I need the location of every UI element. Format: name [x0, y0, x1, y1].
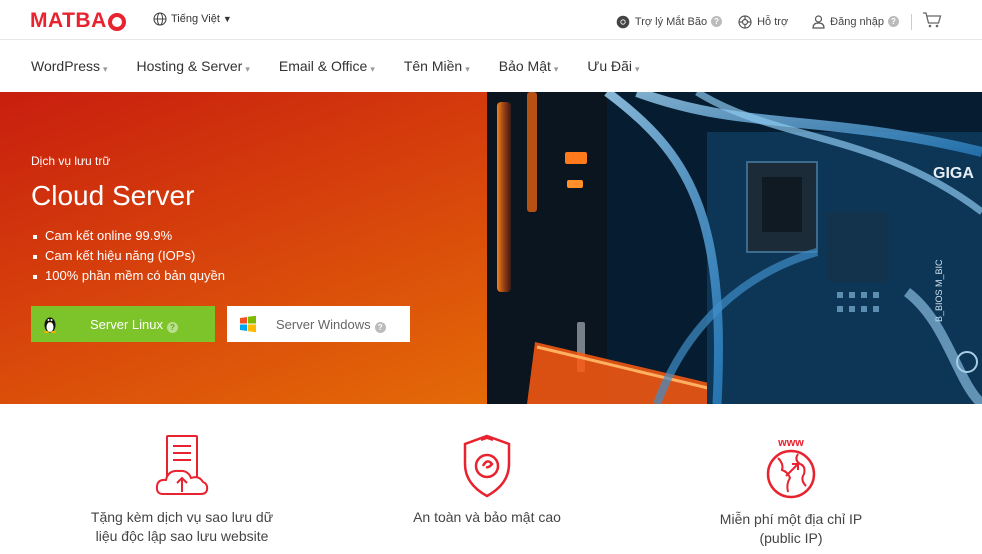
chrome-icon: [616, 15, 630, 28]
assistant-link[interactable]: Trợ lý Mắt Bão ?: [616, 15, 723, 29]
divider: [911, 13, 912, 30]
assistant-label: Trợ lý Mắt Bão: [634, 15, 708, 28]
nav-label: Ưu Đãi: [587, 58, 633, 74]
dropdown-icon: ▾: [370, 63, 375, 74]
features-section: Tặng kèm dịch vụ sao lưu dữ liệu độc lập…: [0, 404, 982, 554]
dropdown-icon: ▾: [553, 63, 559, 74]
nav-label: Tên Miền: [403, 58, 463, 74]
nav-label: Hosting & Server: [136, 58, 243, 74]
hero-banner: Dịch vụ lưu trữ Cloud Server Cam kết onl…: [0, 92, 982, 404]
security-shield-icon: [463, 434, 511, 498]
matbao-logo[interactable]: MATBA: [30, 9, 126, 33]
nav-item-promo[interactable]: Ưu Đãi ▾: [587, 58, 639, 74]
button-text: Server Windows: [276, 317, 371, 332]
login-link[interactable]: Đăng nhập ?: [812, 14, 899, 29]
nav-item-email[interactable]: Email & Office ▾: [279, 58, 375, 74]
language-label: Tiếng Việt: [171, 13, 220, 25]
board-label: GIGA: [933, 165, 974, 182]
logo-text: MATBA: [30, 9, 107, 32]
svg-text:www: www: [777, 437, 804, 449]
server-linux-button[interactable]: Server Linux?: [31, 306, 215, 342]
feature-label-line: (public IP): [759, 530, 823, 546]
nav-item-hosting[interactable]: Hosting & Server ▾: [137, 58, 250, 74]
dropdown-icon: ▾: [465, 63, 470, 74]
bullet-item: Cam kết online 99.9%: [31, 226, 225, 246]
linux-tux-icon: [44, 317, 56, 333]
feature-public-ip: www Miễn phí một địa chỉ IP (public IP): [671, 434, 911, 548]
backup-server-icon: [155, 435, 209, 495]
hero-server-image: GIGA B_BIOS M_BIC: [487, 92, 982, 404]
user-icon: [812, 14, 825, 29]
nav-label: Bảo Mật: [498, 58, 551, 74]
feature-label-line: liệu độc lập sao lưu website: [95, 528, 269, 544]
server-linux-label: Server Linux?: [90, 317, 178, 333]
nav-item-security[interactable]: Bảo Mật ▾: [499, 58, 559, 74]
hero-content: Dịch vụ lưu trữ Cloud Server Cam kết onl…: [0, 92, 488, 404]
feature-security: An toàn và bảo mật cao: [367, 434, 607, 527]
hero-title: Cloud Server: [31, 180, 195, 211]
bullet-item: Cam kết hiệu năng (IOPs): [31, 246, 225, 266]
language-selector[interactable]: Tiếng Việt ▼: [153, 12, 232, 26]
www-ip-icon: www: [766, 437, 816, 499]
nav-label: Email & Office: [278, 58, 368, 74]
bios-label: B_BIOS M_BIC: [934, 259, 944, 322]
dropdown-icon: ▾: [635, 63, 640, 74]
button-text: Server Linux: [90, 317, 163, 332]
support-icon: [738, 14, 752, 29]
server-windows-label: Server Windows?: [276, 317, 386, 333]
feature-label-line: Tặng kèm dịch vụ sao lưu dữ: [90, 509, 274, 525]
feature-label: An toàn và bảo mật cao: [367, 508, 607, 527]
top-right-links: Trợ lý Mắt Bão ? Hỗ trợ Đăng nhập ?: [600, 12, 942, 31]
cart-icon: [923, 12, 942, 28]
help-icon[interactable]: ?: [711, 16, 723, 27]
feature-label: Tặng kèm dịch vụ sao lưu dữ liệu độc lập…: [62, 508, 302, 546]
caret-down-icon: ▼: [222, 14, 232, 24]
help-icon[interactable]: ?: [888, 16, 899, 27]
server-windows-button[interactable]: Server Windows?: [227, 306, 410, 342]
dropdown-icon: ▾: [102, 63, 108, 74]
nav-item-domain[interactable]: Tên Miền ▾: [404, 58, 470, 74]
nav-item-wordpress[interactable]: WordPress ▾: [31, 58, 108, 74]
login-label: Đăng nhập: [830, 15, 884, 28]
feature-label: Miễn phí một địa chỉ IP (public IP): [671, 510, 911, 548]
feature-backup: Tặng kèm dịch vụ sao lưu dữ liệu độc lập…: [62, 434, 302, 546]
hero-bullet-list: Cam kết online 99.9% Cam kết hiệu năng (…: [31, 226, 225, 286]
windows-logo-icon: [240, 315, 256, 333]
nav-label: WordPress: [31, 58, 100, 74]
cart-button[interactable]: [922, 12, 942, 31]
dropdown-icon: ▾: [245, 63, 250, 74]
main-nav: WordPress ▾ Hosting & Server ▾ Email & Off…: [0, 40, 982, 92]
globe-icon: [153, 12, 167, 26]
support-link[interactable]: Hỗ trợ: [738, 14, 789, 29]
server-hardware-illustration: GIGA B_BIOS M_BIC: [487, 92, 982, 404]
feature-label-line: Miễn phí một địa chỉ IP: [719, 511, 863, 527]
help-icon[interactable]: ?: [166, 322, 178, 333]
bullet-item: 100% phần mềm có bản quyền: [31, 266, 225, 286]
logo-ring-icon: [107, 13, 126, 31]
feature-label-line: An toàn và bảo mật cao: [413, 509, 561, 525]
hero-subtitle: Dịch vụ lưu trữ: [31, 154, 111, 168]
help-icon[interactable]: ?: [374, 322, 386, 333]
top-bar: MATBA Tiếng Việt ▼ Trợ lý Mắt Bão ? Hỗ t…: [0, 0, 982, 40]
support-label: Hỗ trợ: [757, 15, 789, 28]
